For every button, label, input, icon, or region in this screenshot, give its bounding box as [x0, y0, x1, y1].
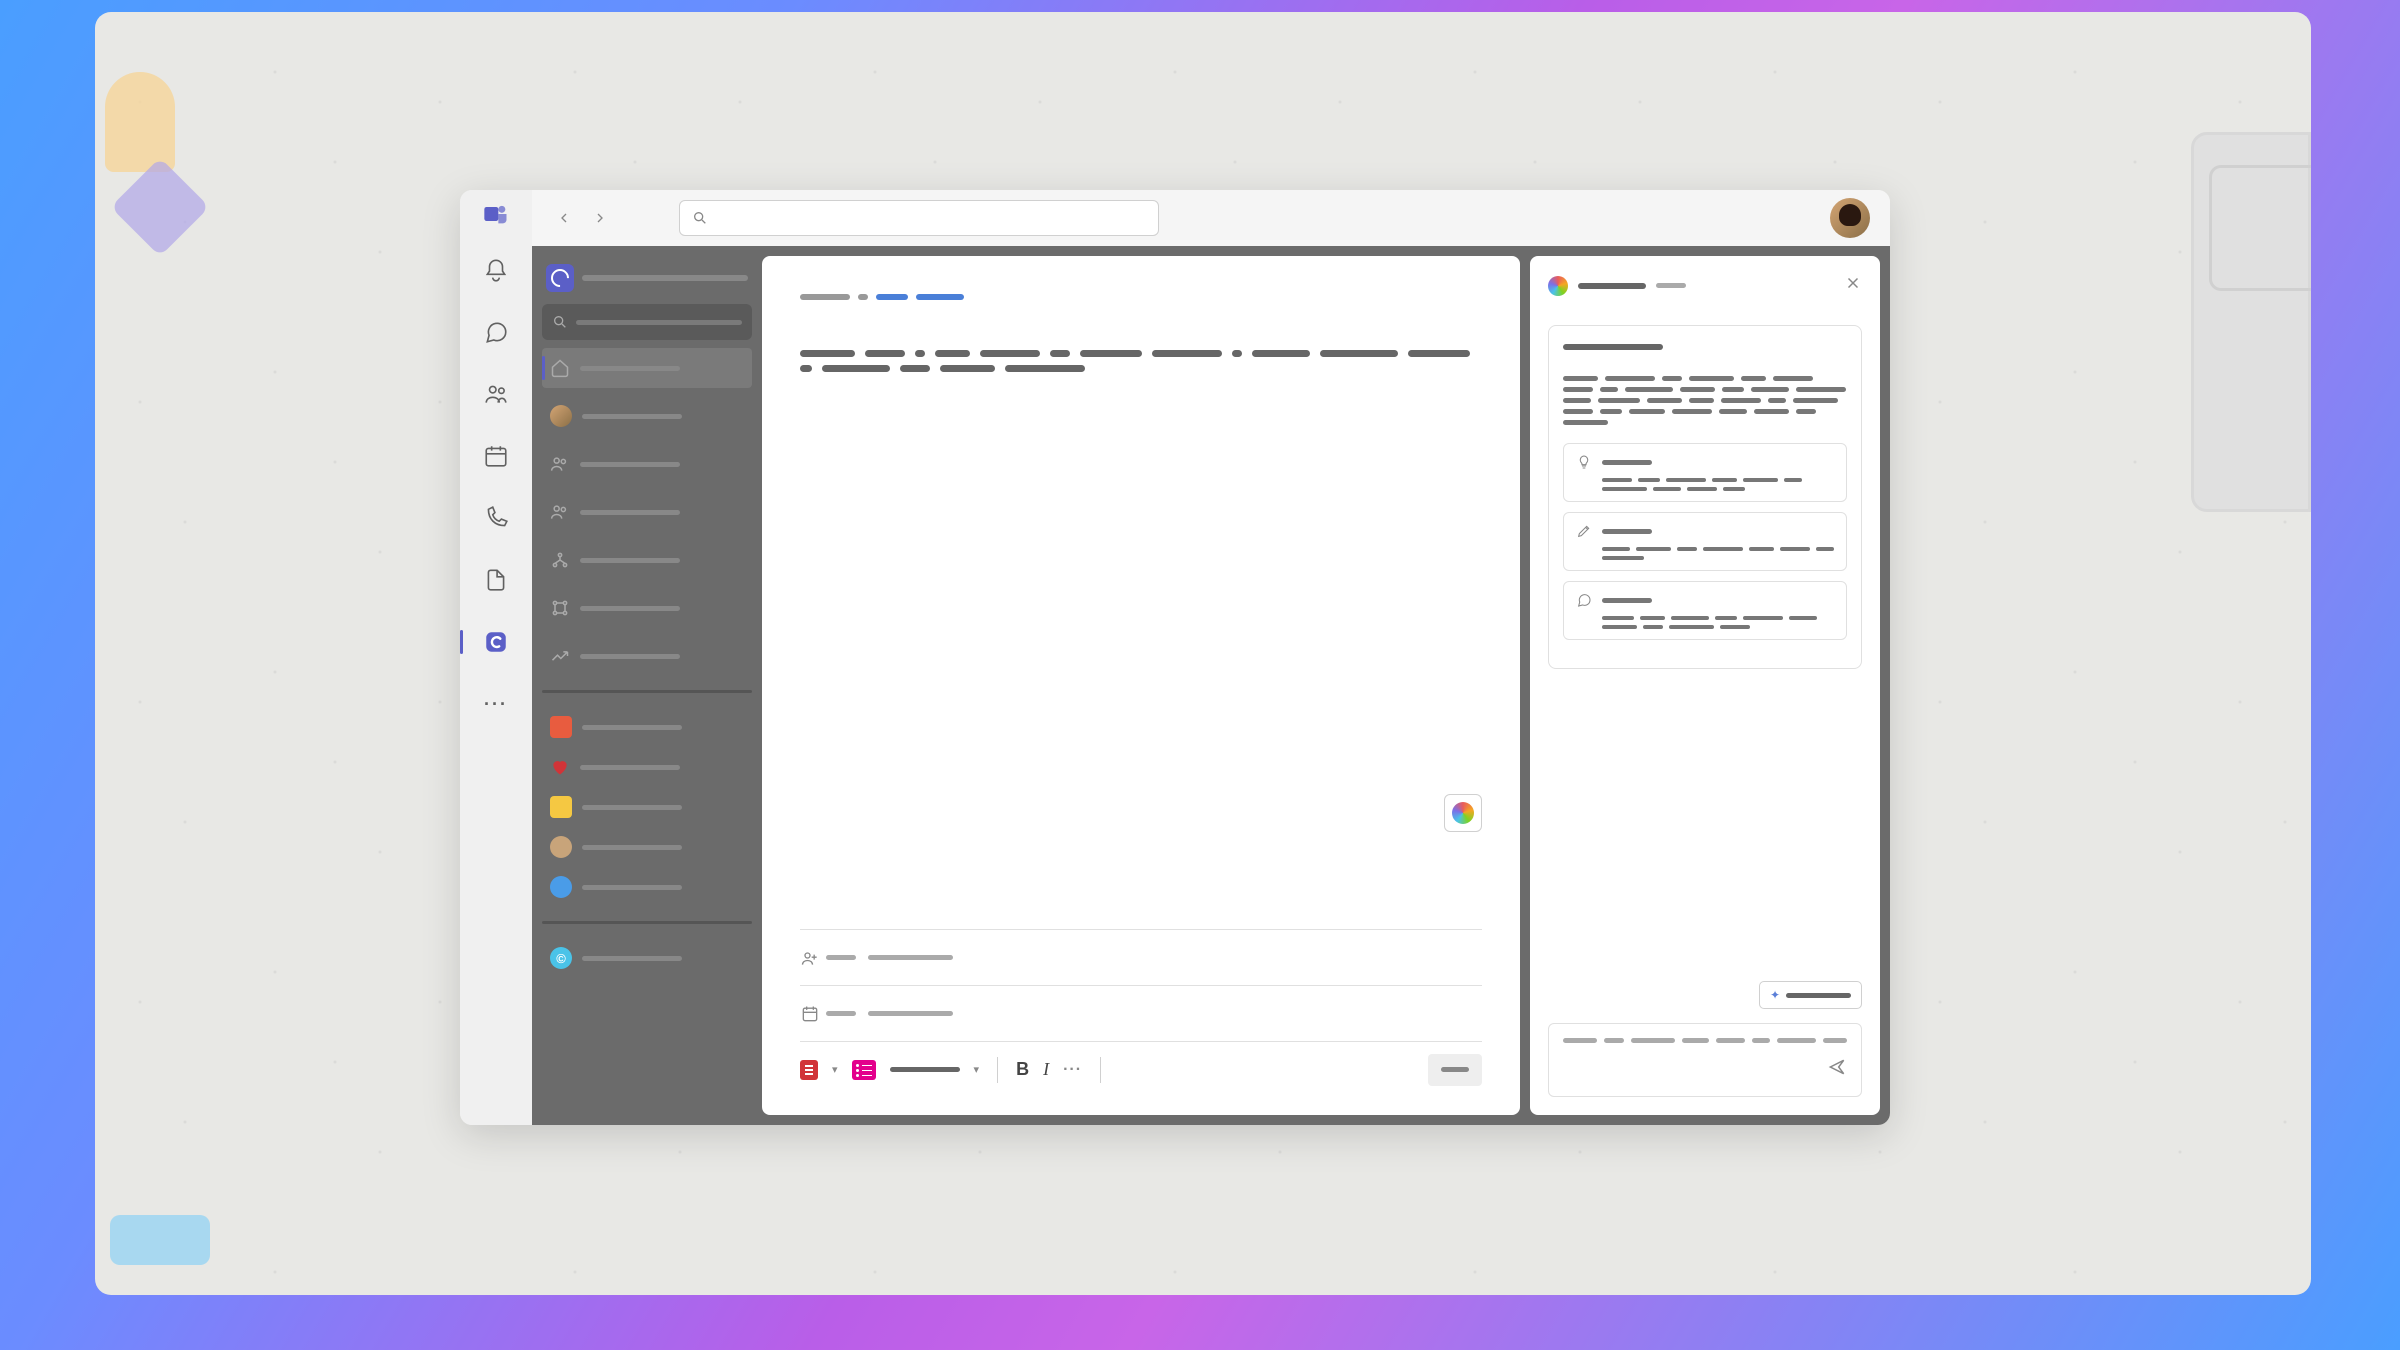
side-item-group-1[interactable]	[542, 444, 752, 484]
org-icon	[550, 550, 570, 570]
copilot-suggestion[interactable]	[1563, 581, 1847, 640]
chevron-down-icon[interactable]: ▾	[974, 1063, 980, 1076]
people-icon	[550, 454, 570, 474]
side-separator	[542, 690, 752, 693]
side-item-org[interactable]	[542, 540, 752, 580]
rail-more[interactable]: ···	[476, 684, 516, 724]
meta-row-location[interactable]	[800, 985, 1482, 1041]
workspace-title	[582, 275, 748, 281]
rail-chat[interactable]	[476, 312, 516, 352]
side-item-nodes[interactable]	[542, 588, 752, 628]
chevron-down-icon[interactable]: ▾	[832, 1063, 838, 1076]
copilot-prompt-input[interactable]	[1548, 1023, 1862, 1097]
copilot-panel: ✦	[1530, 256, 1880, 1115]
app-rail: ···	[460, 190, 532, 1125]
people-add-icon	[800, 948, 820, 968]
side-separator	[542, 921, 752, 924]
nav-back-button[interactable]	[552, 206, 576, 230]
copilot-suggestion-chip[interactable]: ✦	[1759, 981, 1862, 1009]
calendar-icon	[800, 1004, 820, 1024]
side-search-input[interactable]	[542, 304, 752, 340]
loop-editor: ▾ ▾ B I ···	[762, 256, 1520, 1115]
toolbar-more-button[interactable]: ···	[1063, 1061, 1082, 1079]
copilot-greeting	[1563, 344, 1663, 350]
global-search-input[interactable]	[679, 200, 1159, 236]
copilot-send-button[interactable]	[1827, 1057, 1847, 1082]
home-icon	[550, 358, 570, 378]
side-item-icon	[550, 716, 572, 738]
document-body[interactable]	[800, 350, 1482, 372]
copyright-icon: ©	[550, 947, 572, 969]
side-item-icon	[550, 796, 572, 818]
editor-toolbar: ▾ ▾ B I ···	[800, 1041, 1482, 1097]
rail-teams[interactable]	[476, 374, 516, 414]
nodes-icon	[550, 598, 570, 618]
copilot-close-button[interactable]	[1844, 274, 1862, 297]
person-avatar-icon	[550, 405, 572, 427]
search-icon	[552, 314, 568, 330]
side-secondary-item[interactable]	[542, 707, 752, 747]
side-item-trend[interactable]	[542, 636, 752, 676]
copilot-subtitle	[1656, 283, 1686, 288]
side-item-icon	[550, 836, 572, 858]
send-icon	[1827, 1057, 1847, 1077]
content-area: ©	[532, 246, 1890, 1125]
toolbar-announce-button[interactable]	[852, 1060, 876, 1080]
toolbar-action-button[interactable]	[1428, 1054, 1482, 1086]
loop-workspace-icon[interactable]	[546, 264, 574, 292]
side-item-help[interactable]: ©	[542, 938, 752, 978]
copilot-icon	[1548, 276, 1568, 296]
user-avatar[interactable]	[1830, 198, 1870, 238]
copilot-intro-card	[1548, 325, 1862, 669]
loop-side-panel: ©	[542, 256, 752, 1115]
meta-row-people[interactable]	[800, 929, 1482, 985]
rail-activity[interactable]	[476, 250, 516, 290]
side-secondary-item[interactable]	[542, 787, 752, 827]
rail-files[interactable]	[476, 560, 516, 600]
rail-calendar[interactable]	[476, 436, 516, 476]
bg-window-peek	[2191, 132, 2311, 512]
people-icon	[550, 502, 570, 522]
chat-icon	[1576, 592, 1592, 608]
bg-decor-block	[110, 1215, 210, 1265]
toolbar-bold-button[interactable]: B	[1016, 1059, 1029, 1080]
bg-decor-brush	[105, 72, 175, 172]
side-item-group-2[interactable]	[542, 492, 752, 532]
side-item-home[interactable]	[542, 348, 752, 388]
side-item-icon	[550, 757, 570, 777]
trend-icon	[550, 646, 570, 666]
side-item-icon	[550, 876, 572, 898]
toolbar-italic-button[interactable]: I	[1043, 1059, 1049, 1080]
rail-calls[interactable]	[476, 498, 516, 538]
rail-loop[interactable]	[476, 622, 516, 662]
side-secondary-item[interactable]	[542, 747, 752, 787]
close-icon	[1844, 274, 1862, 292]
side-secondary-item[interactable]	[542, 827, 752, 867]
side-secondary-item[interactable]	[542, 867, 752, 907]
teams-app-window: ···	[460, 190, 1890, 1125]
bulb-icon	[1576, 454, 1592, 470]
sparkle-icon: ✦	[1770, 988, 1780, 1002]
pencil-icon	[1576, 523, 1592, 539]
copilot-suggestion[interactable]	[1563, 512, 1847, 571]
copilot-fab-button[interactable]	[1444, 794, 1482, 832]
copilot-icon	[1452, 802, 1474, 824]
toolbar-notes-button[interactable]	[800, 1060, 818, 1080]
nav-forward-button[interactable]	[588, 206, 612, 230]
toolbar-font-picker[interactable]	[890, 1067, 960, 1072]
teams-logo-icon	[482, 200, 510, 228]
copilot-title	[1578, 283, 1646, 289]
search-icon	[692, 210, 708, 226]
copilot-suggestion[interactable]	[1563, 443, 1847, 502]
titlebar	[532, 190, 1890, 246]
breadcrumb[interactable]	[800, 294, 1482, 300]
side-item-person[interactable]	[542, 396, 752, 436]
